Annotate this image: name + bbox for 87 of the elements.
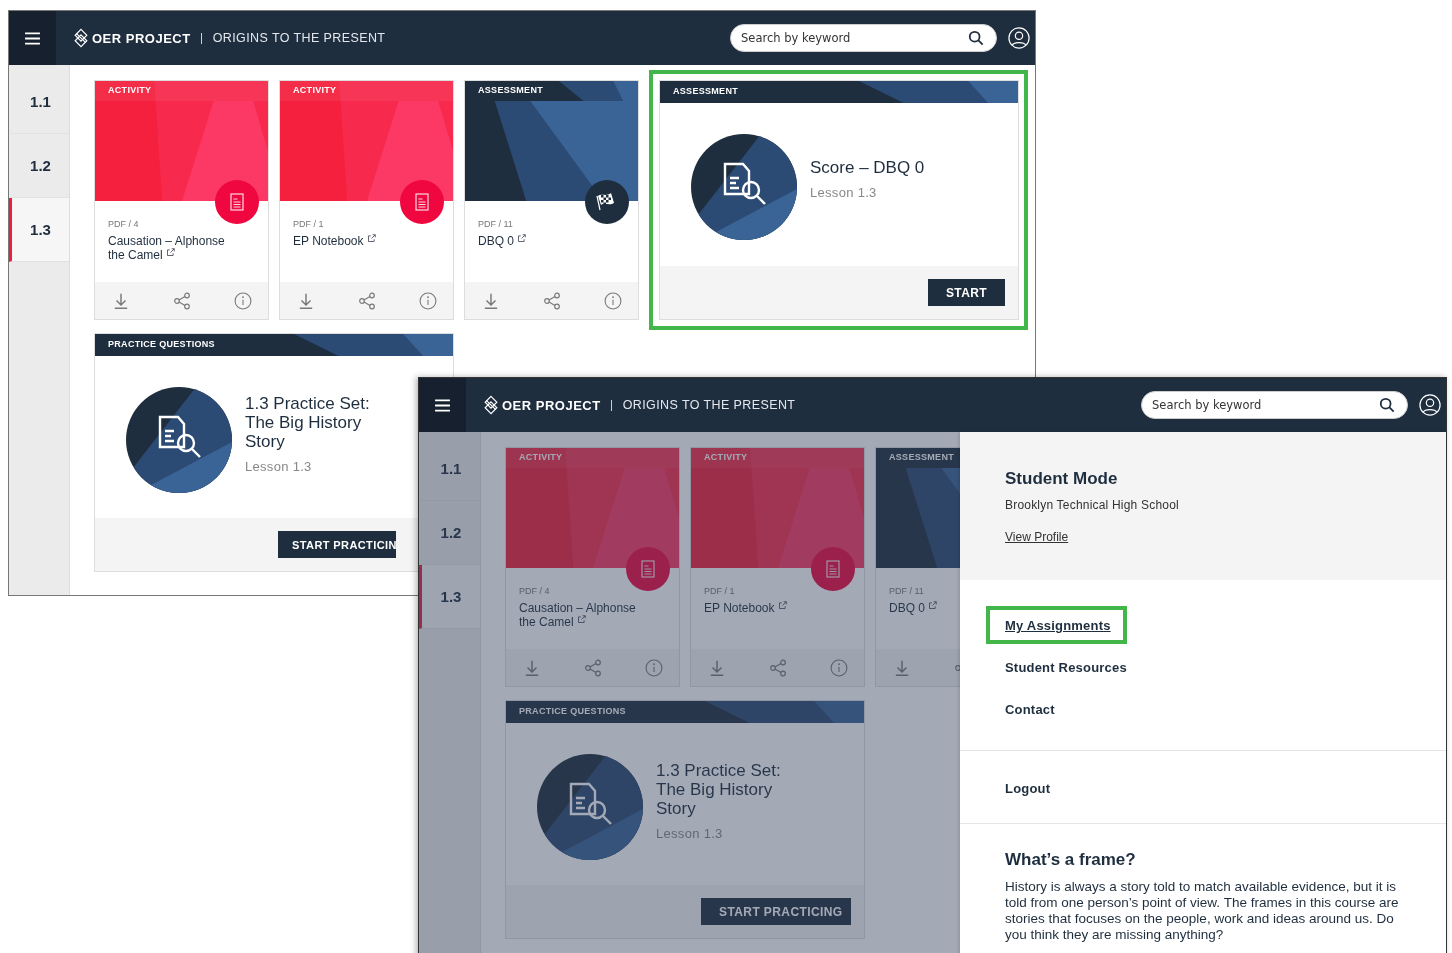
card-tag: PRACTICE QUESTIONS — [108, 339, 215, 349]
logo-icon — [484, 395, 498, 415]
search-input[interactable]: Search by keyword — [1152, 398, 1379, 412]
start-button[interactable]: START PRACTICIN — [278, 531, 396, 558]
assignment-title: 1.3 Practice Set: The Big History Story — [656, 761, 782, 818]
external-link-icon[interactable] — [366, 234, 376, 243]
search-field[interactable]: Search by keyword — [1141, 391, 1408, 419]
file-info: PDF / 11 — [889, 586, 925, 596]
card-title-link[interactable]: EP Notebook — [704, 601, 832, 615]
file-info: PDF / 1 — [293, 219, 325, 229]
external-link-icon[interactable] — [166, 248, 176, 257]
lesson-tab[interactable]: 1.1 — [9, 70, 69, 134]
share-icon[interactable] — [769, 658, 787, 677]
document-icon — [215, 180, 259, 224]
external-link-icon[interactable] — [577, 615, 587, 624]
card-tag: ASSESSMENT — [889, 452, 954, 462]
search-icon[interactable] — [1379, 397, 1395, 413]
external-link-icon[interactable] — [517, 234, 527, 243]
card-tag: ACTIVITY — [519, 452, 563, 462]
info-icon[interactable] — [645, 658, 663, 677]
menu-link[interactable]: My Assignments — [1005, 618, 1111, 633]
info-heading: What’s a frame? — [1005, 850, 1137, 870]
user-account-icon[interactable] — [1419, 394, 1441, 416]
assignment-title: Score – DBQ 0 — [810, 158, 925, 177]
lesson-label: Lesson 1.3 — [656, 826, 724, 841]
logout-link[interactable]: Logout — [1005, 781, 1051, 796]
card-tag: ACTIVITY — [108, 85, 152, 95]
menu-icon[interactable] — [435, 398, 450, 412]
view-profile-link[interactable]: View Profile — [1005, 530, 1069, 544]
share-icon[interactable] — [358, 291, 376, 310]
course-name[interactable]: ORIGINS TO THE PRESENT — [622, 398, 796, 412]
user-account-icon[interactable] — [1008, 27, 1030, 49]
menu-link[interactable]: Student Resources — [1005, 660, 1127, 675]
download-icon[interactable] — [893, 658, 911, 677]
assignment-title: 1.3 Practice Set: The Big History Story — [245, 394, 371, 451]
menu-button[interactable] — [419, 378, 466, 432]
brand-name[interactable]: OER PROJECT — [92, 32, 202, 44]
menu-button[interactable] — [9, 11, 56, 65]
file-info: PDF / 4 — [519, 586, 551, 596]
document-icon — [811, 547, 855, 591]
info-icon[interactable] — [419, 291, 437, 310]
file-info: PDF / 11 — [478, 219, 514, 229]
card-tag: ASSESSMENT — [673, 86, 738, 96]
lesson-tab[interactable]: 1.3 — [9, 198, 69, 262]
download-icon[interactable] — [297, 291, 315, 310]
external-link-icon[interactable] — [777, 601, 787, 610]
share-icon[interactable] — [584, 658, 602, 677]
file-info: PDF / 4 — [108, 219, 140, 229]
file-info: PDF / 1 — [704, 586, 736, 596]
card-title-link[interactable]: DBQ 0 — [478, 234, 606, 248]
info-icon[interactable] — [830, 658, 848, 677]
flag-icon — [585, 180, 629, 224]
info-text: History is always a story told to match available evidence, but it is told from one person’s point of view. The frames in this course are stories that focuses on the people, work and ideas around us. Do you think they are missing anything? — [1005, 879, 1400, 943]
logo-icon — [74, 28, 88, 48]
mode-title: Student Mode — [1005, 469, 1119, 489]
school-name: Brooklyn Technical High School — [1005, 498, 1180, 512]
download-icon[interactable] — [708, 658, 726, 677]
brand-name[interactable]: OER PROJECT — [502, 399, 612, 411]
menu-link[interactable]: Contact — [1005, 702, 1055, 717]
download-icon[interactable] — [112, 291, 130, 310]
menu-icon[interactable] — [25, 31, 40, 45]
card-title-link[interactable]: EP Notebook — [293, 234, 421, 248]
info-icon[interactable] — [234, 291, 252, 310]
document-icon — [400, 180, 444, 224]
search-icon[interactable] — [968, 30, 984, 46]
start-button[interactable]: START — [927, 279, 1005, 306]
share-icon[interactable] — [543, 291, 561, 310]
external-link-icon[interactable] — [928, 601, 938, 610]
start-button[interactable]: START PRACTICING — [701, 898, 851, 925]
lesson-tab[interactable]: 1.3 — [419, 565, 480, 629]
course-name[interactable]: ORIGINS TO THE PRESENT — [212, 31, 386, 45]
document-icon — [626, 547, 670, 591]
info-icon[interactable] — [604, 291, 622, 310]
lesson-label: Lesson 1.3 — [810, 185, 878, 200]
card-title-link[interactable]: Causation – Alphonse the Camel — [108, 234, 236, 262]
download-icon[interactable] — [523, 658, 541, 677]
card-tag: PRACTICE QUESTIONS — [519, 706, 626, 716]
share-icon[interactable] — [173, 291, 191, 310]
lesson-tab[interactable]: 1.1 — [419, 437, 480, 501]
card-tag: ACTIVITY — [293, 85, 337, 95]
card-tag: ACTIVITY — [704, 452, 748, 462]
card-tag: ASSESSMENT — [478, 85, 543, 95]
search-field[interactable]: Search by keyword — [730, 24, 997, 52]
search-input[interactable]: Search by keyword — [741, 31, 968, 45]
card-title-link[interactable]: Causation – Alphonse the Camel — [519, 601, 647, 629]
download-icon[interactable] — [482, 291, 500, 310]
lesson-label: Lesson 1.3 — [245, 459, 313, 474]
